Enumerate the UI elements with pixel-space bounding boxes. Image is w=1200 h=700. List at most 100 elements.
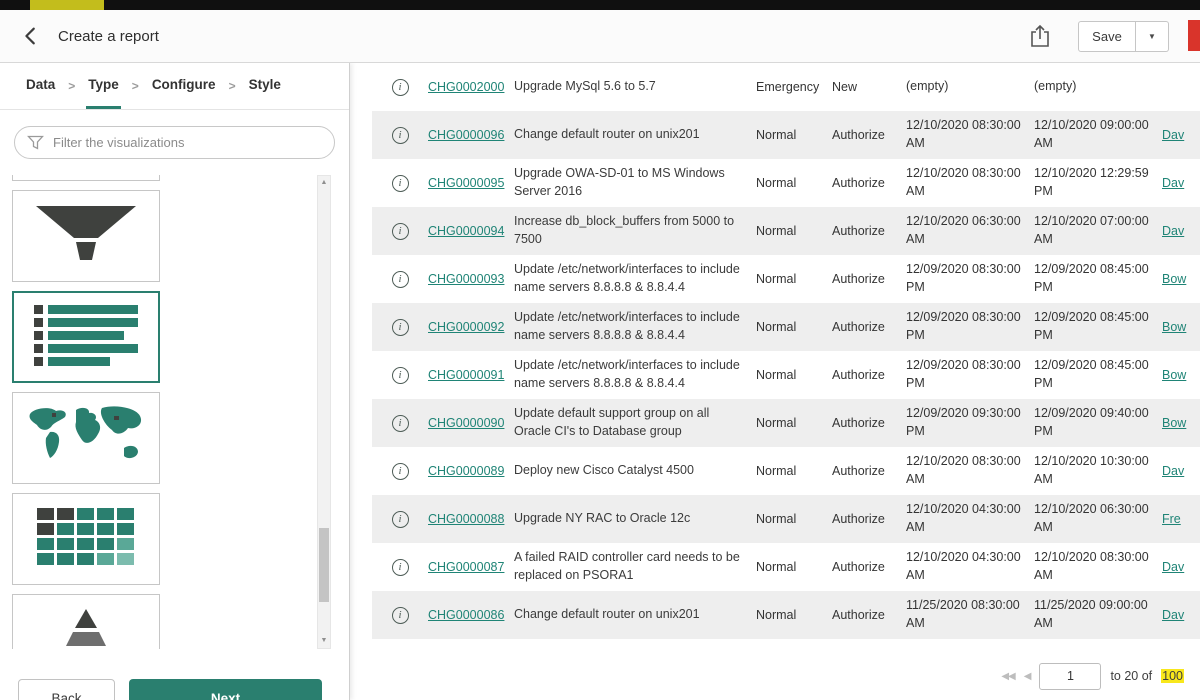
viz-scrollbar[interactable]: ▲ ▼ xyxy=(317,175,331,649)
record-number-link[interactable]: CHG0000089 xyxy=(428,464,504,478)
filter-visualizations-input[interactable] xyxy=(14,126,335,159)
page-title: Create a report xyxy=(58,28,159,45)
state: Authorize xyxy=(832,267,906,291)
assigned-to-link[interactable]: Dav xyxy=(1162,464,1184,478)
info-icon[interactable]: i xyxy=(392,223,409,240)
save-dropdown-button[interactable]: ▼ xyxy=(1136,21,1169,52)
state: Authorize xyxy=(832,459,906,483)
record-number-link[interactable]: CHG0000086 xyxy=(428,608,504,622)
short-description: Change default router on unix201 xyxy=(514,601,756,629)
chevron-left-icon xyxy=(20,35,42,50)
info-icon[interactable]: i xyxy=(392,175,409,192)
assigned-to-link[interactable]: Dav xyxy=(1162,176,1184,190)
info-icon[interactable]: i xyxy=(392,607,409,624)
scroll-up-icon[interactable]: ▲ xyxy=(318,176,330,190)
info-icon[interactable]: i xyxy=(392,463,409,480)
step-data[interactable]: Data xyxy=(24,63,57,109)
pyramid-chart-icon xyxy=(36,607,136,650)
scrollbar-thumb[interactable] xyxy=(319,528,329,602)
assigned-to-link[interactable]: Bow xyxy=(1162,320,1186,334)
step-configure[interactable]: Configure xyxy=(150,63,218,109)
start-date: 12/10/2020 04:30:00 AM xyxy=(906,496,1034,542)
scroll-down-icon[interactable]: ▼ xyxy=(318,634,330,648)
visualization-list: ▲ ▼ xyxy=(0,175,350,649)
record-number-link[interactable]: CHG0002000 xyxy=(428,80,504,94)
table-row[interactable]: i CHG0000090 Update default support grou… xyxy=(372,399,1200,447)
info-icon[interactable]: i xyxy=(392,271,409,288)
change-table: i CHG0002000 Upgrade MySql 5.6 to 5.7 Em… xyxy=(372,63,1200,639)
first-page-icon[interactable]: ◀◀ xyxy=(1001,671,1014,682)
recording-indicator xyxy=(1188,20,1200,51)
state: Authorize xyxy=(832,219,906,243)
table-row[interactable]: i CHG0000087 A failed RAID controller ca… xyxy=(372,543,1200,591)
table-row[interactable]: i CHG0000092 Update /etc/network/interfa… xyxy=(372,303,1200,351)
viz-thumbnail-funnel[interactable] xyxy=(12,190,160,282)
table-row[interactable]: i CHG0000089 Deploy new Cisco Catalyst 4… xyxy=(372,447,1200,495)
assigned-to-link[interactable]: Dav xyxy=(1162,560,1184,574)
start-date: 11/25/2020 08:30:00 AM xyxy=(906,592,1034,638)
table-row[interactable]: i CHG0000088 Upgrade NY RAC to Oracle 12… xyxy=(372,495,1200,543)
next-step-button[interactable]: Next xyxy=(129,679,322,700)
table-row[interactable]: i CHG0002000 Upgrade MySql 5.6 to 5.7 Em… xyxy=(372,63,1200,111)
table-row[interactable]: i CHG0000091 Update /etc/network/interfa… xyxy=(372,351,1200,399)
short-description: A failed RAID controller card needs to b… xyxy=(514,544,756,590)
start-date: 12/10/2020 04:30:00 AM xyxy=(906,544,1034,590)
info-icon[interactable]: i xyxy=(392,367,409,384)
record-number-link[interactable]: CHG0000094 xyxy=(428,224,504,238)
pagination-total: 100 xyxy=(1161,669,1184,683)
assigned-to-link[interactable]: Bow xyxy=(1162,416,1186,430)
assigned-to-link[interactable]: Dav xyxy=(1162,128,1184,142)
table-row[interactable]: i CHG0000093 Update /etc/network/interfa… xyxy=(372,255,1200,303)
info-icon[interactable]: i xyxy=(392,415,409,432)
record-number-link[interactable]: CHG0000092 xyxy=(428,320,504,334)
viz-thumbnail-map[interactable] xyxy=(12,392,160,484)
priority: Normal xyxy=(756,171,832,195)
assigned-to-link[interactable]: Fre xyxy=(1162,512,1181,526)
funnel-chart-icon xyxy=(32,204,140,269)
info-icon[interactable]: i xyxy=(392,511,409,528)
record-number-link[interactable]: CHG0000093 xyxy=(428,272,504,286)
table-row[interactable]: i CHG0000095 Upgrade OWA-SD-01 to MS Win… xyxy=(372,159,1200,207)
priority: Normal xyxy=(756,411,832,435)
chevron-right-icon: > xyxy=(229,79,236,93)
end-date: 12/10/2020 06:30:00 AM xyxy=(1034,496,1162,542)
record-number-link[interactable]: CHG0000090 xyxy=(428,416,504,430)
viz-thumbnail-scrolled[interactable] xyxy=(12,175,160,181)
short-description: Update /etc/network/interfaces to includ… xyxy=(514,256,756,302)
assigned-to-link[interactable]: Bow xyxy=(1162,272,1186,286)
assigned-to-link[interactable]: Dav xyxy=(1162,224,1184,238)
start-date: 12/10/2020 08:30:00 AM xyxy=(906,448,1034,494)
viz-thumbnail-heatmap[interactable] xyxy=(12,493,160,585)
info-icon[interactable]: i xyxy=(392,559,409,576)
record-number-link[interactable]: CHG0000091 xyxy=(428,368,504,382)
priority: Normal xyxy=(756,507,832,531)
viz-thumbnail-list[interactable] xyxy=(12,291,160,383)
short-description: Update /etc/network/interfaces to includ… xyxy=(514,304,756,350)
record-number-link[interactable]: CHG0000096 xyxy=(428,128,504,142)
short-description: Upgrade NY RAC to Oracle 12c xyxy=(514,505,756,533)
back-button[interactable] xyxy=(16,22,46,52)
step-style[interactable]: Style xyxy=(247,63,283,109)
info-icon[interactable]: i xyxy=(392,319,409,336)
state: Authorize xyxy=(832,555,906,579)
record-number-link[interactable]: CHG0000088 xyxy=(428,512,504,526)
assigned-to-link[interactable]: Dav xyxy=(1162,608,1184,622)
state: Authorize xyxy=(832,507,906,531)
priority: Normal xyxy=(756,459,832,483)
viz-thumbnail-pyramid[interactable] xyxy=(12,594,160,649)
back-step-button[interactable]: Back xyxy=(18,679,115,700)
share-export-button[interactable] xyxy=(1024,20,1056,54)
info-icon[interactable]: i xyxy=(392,79,409,96)
page-number-input[interactable] xyxy=(1039,663,1101,690)
previous-page-icon[interactable]: ◀ xyxy=(1024,671,1031,682)
table-row[interactable]: i CHG0000094 Increase db_block_buffers f… xyxy=(372,207,1200,255)
save-button[interactable]: Save xyxy=(1078,21,1136,52)
table-row[interactable]: i CHG0000086 Change default router on un… xyxy=(372,591,1200,639)
record-number-link[interactable]: CHG0000095 xyxy=(428,176,504,190)
assigned-to-link[interactable]: Bow xyxy=(1162,368,1186,382)
record-number-link[interactable]: CHG0000087 xyxy=(428,560,504,574)
step-type[interactable]: Type xyxy=(86,63,121,109)
table-row[interactable]: i CHG0000096 Change default router on un… xyxy=(372,111,1200,159)
end-date: 12/10/2020 12:29:59 PM xyxy=(1034,160,1162,206)
info-icon[interactable]: i xyxy=(392,127,409,144)
